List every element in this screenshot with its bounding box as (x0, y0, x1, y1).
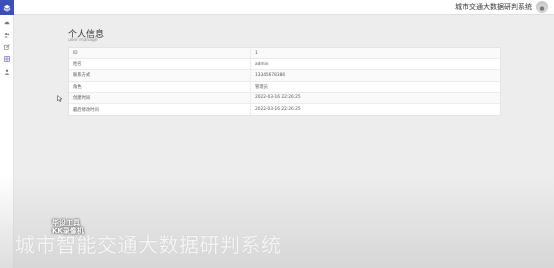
row-value: 管理员 (255, 84, 268, 90)
row-value: 2022-03-16 22:26:25 (255, 107, 301, 113)
table-row: 姓名 admin (69, 59, 500, 71)
row-label: 创建时间 (69, 92, 251, 103)
row-label: 联系方式 (69, 70, 251, 81)
page-subtitle: user manage (68, 38, 98, 43)
table-row: ID 1 (69, 48, 500, 60)
person-icon (4, 69, 10, 75)
sidebar-item-edit[interactable] (2, 42, 12, 51)
row-value: 1 (255, 50, 258, 56)
sidebar-item-users[interactable] (2, 30, 12, 39)
logo[interactable] (0, 0, 14, 15)
row-label: ID (69, 48, 251, 59)
system-name-watermark: 城市智能交通大数据研判系统 (15, 233, 282, 257)
profile-info-table: ID 1 姓名 admin 联系方式 13345678386 角色 管理员 创建… (68, 47, 501, 117)
layers-icon (3, 4, 11, 12)
users-icon (4, 32, 10, 37)
cursor-arrow-icon (57, 94, 63, 102)
user-avatar-icon (536, 4, 548, 13)
row-value: admin (255, 61, 269, 67)
mouse-cursor (57, 87, 63, 106)
avatar[interactable] (536, 1, 548, 13)
sidebar-item-grid[interactable] (2, 54, 12, 63)
row-label: 姓名 (69, 59, 251, 70)
table-row: 创建时间 2022-03-16 22:26:25 (69, 92, 500, 104)
sidebar-item-profile[interactable] (2, 67, 12, 76)
table-row: 最后修改时间 2022-03-16 22:26:25 (69, 103, 500, 116)
edit-icon (4, 43, 10, 50)
table-row: 联系方式 13345678386 (69, 70, 500, 82)
table-row: 角色 管理员 (69, 81, 500, 93)
system-title: 城市交通大数据研判系统 (455, 3, 532, 11)
row-label: 角色 (69, 81, 251, 92)
grid-icon (4, 55, 10, 62)
dashboard-icon (4, 21, 10, 24)
top-header: 城市交通大数据研判系统 (0, 0, 554, 15)
row-value: 2022-03-16 22:26:25 (255, 95, 301, 101)
row-value: 13345678386 (255, 72, 286, 78)
watermark-line-1: 毕设工具 (52, 219, 80, 227)
row-label: 最后修改时间 (69, 103, 251, 116)
sidebar-item-dashboard[interactable] (2, 18, 12, 27)
